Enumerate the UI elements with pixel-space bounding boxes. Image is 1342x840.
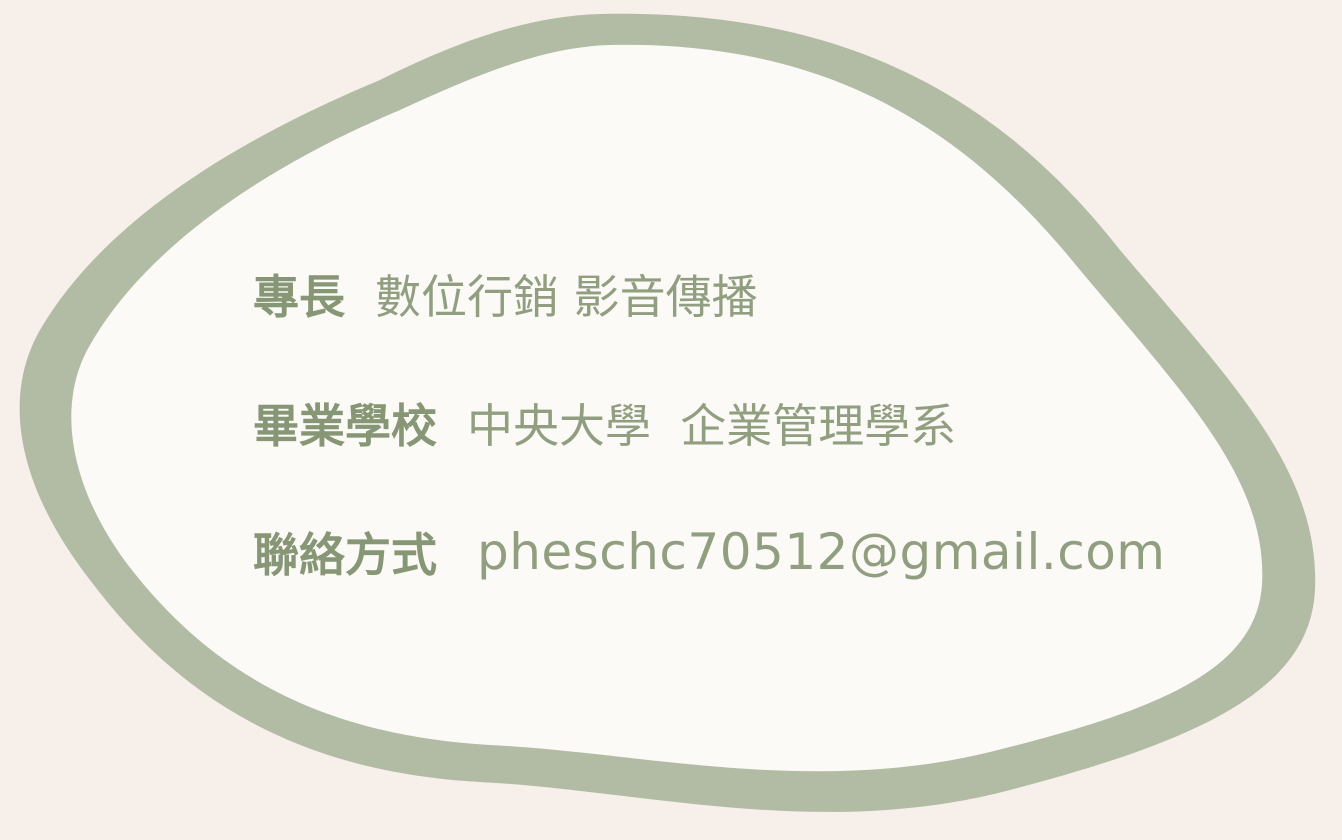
contact-email-link[interactable]: pheschc70512@gmail.com <box>477 523 1166 581</box>
profile-info: 專長 數位行銷 影音傳播 畢業學校 中央大學 企業管理學系 聯絡方式 phesc… <box>253 255 1166 591</box>
profile-row-school: 畢業學校 中央大學 企業管理學系 <box>253 384 1166 462</box>
profile-row-specialty: 專長 數位行銷 影音傳播 <box>253 255 1166 333</box>
contact-label: 聯絡方式 <box>253 528 437 582</box>
profile-row-contact: 聯絡方式 pheschc70512@gmail.com <box>253 513 1166 591</box>
school-label: 畢業學校 <box>253 399 437 453</box>
school-value: 中央大學 企業管理學系 <box>467 399 957 453</box>
page: 專長 數位行銷 影音傳播 畢業學校 中央大學 企業管理學系 聯絡方式 phesc… <box>0 0 1342 840</box>
specialty-label: 專長 <box>253 270 345 324</box>
specialty-value: 數位行銷 影音傳播 <box>375 270 758 324</box>
